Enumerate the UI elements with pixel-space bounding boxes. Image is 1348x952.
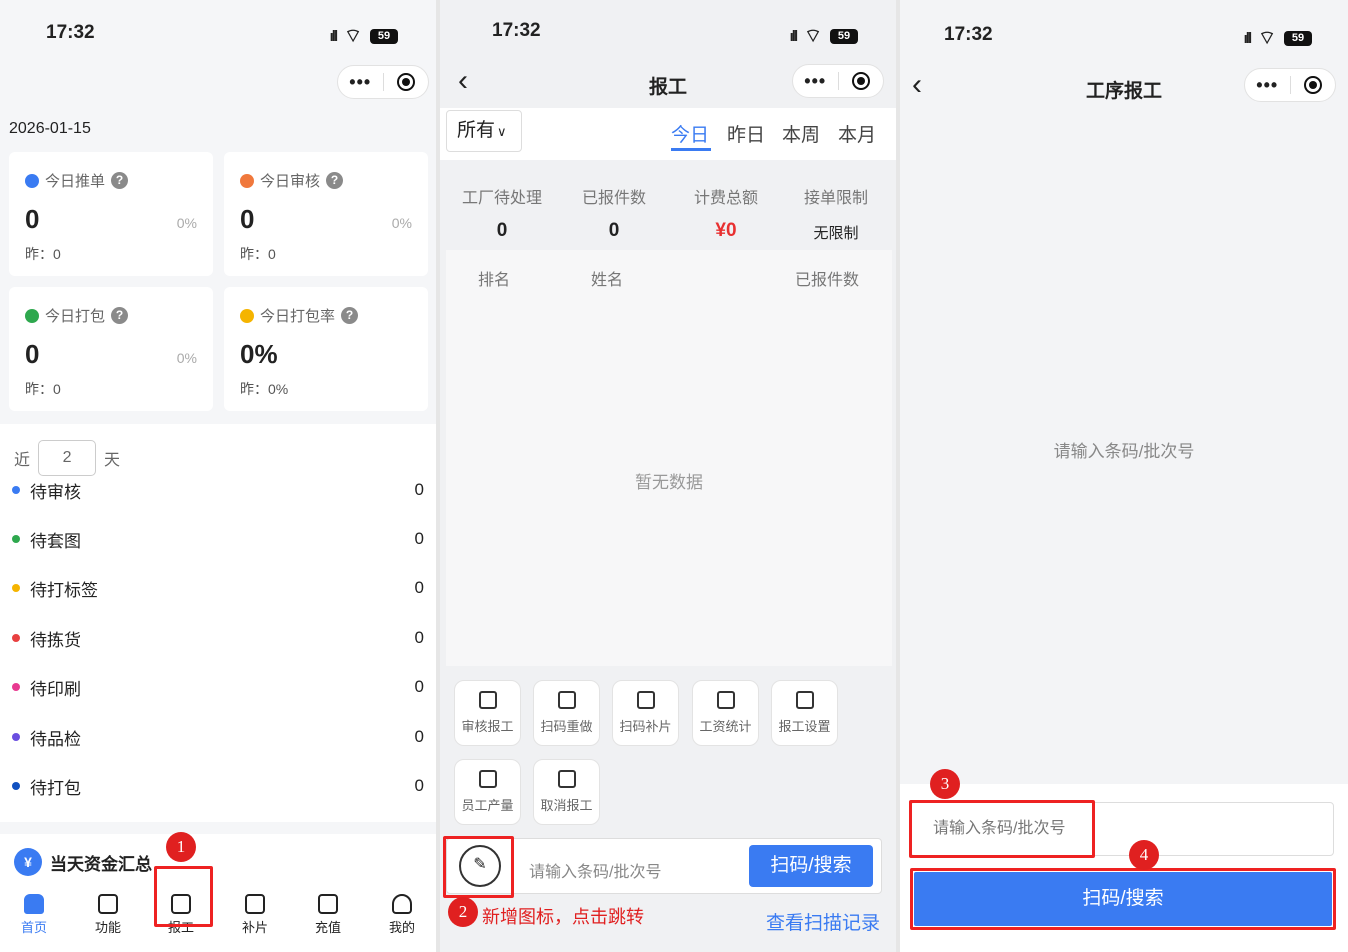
more-icon[interactable]: ••• xyxy=(1245,75,1290,96)
help-icon[interactable]: ? xyxy=(341,307,359,324)
fund-summary-peek[interactable]: ¥ 当天资金汇总 xyxy=(14,848,152,876)
signal-icon: ıll xyxy=(789,27,798,45)
days-input[interactable]: 2 xyxy=(38,440,97,476)
grid-icon xyxy=(98,894,118,914)
list-item[interactable]: 待拣货 0 xyxy=(12,626,424,650)
tab-recharge[interactable]: 充值 xyxy=(298,894,358,936)
signal-icon: ıll xyxy=(329,27,338,45)
highlight-box-4 xyxy=(910,868,1336,930)
step-badge-1: 1 xyxy=(166,832,196,862)
settings-sliders-icon xyxy=(795,691,814,709)
mini-capsule: ••• xyxy=(337,65,429,99)
battery-icon: 59 xyxy=(830,28,858,44)
staff-output-icon xyxy=(478,770,497,788)
scan-patch-icon xyxy=(636,691,655,709)
list-item[interactable]: 待打标签 0 xyxy=(12,576,424,600)
user-icon xyxy=(392,894,412,914)
step-badge-3: 3 xyxy=(930,769,960,799)
date-label: 2026-01-15 xyxy=(9,120,91,137)
scope-select[interactable]: 所有 ∨ xyxy=(446,110,522,152)
tab-home[interactable]: 首页 xyxy=(4,894,64,936)
yen-icon: ¥ xyxy=(14,848,42,876)
list-item[interactable]: 待品检 0 xyxy=(12,725,424,749)
help-icon[interactable]: ? xyxy=(326,172,344,189)
mini-capsule: ••• xyxy=(792,64,884,98)
pending-list: 近2天 待审核 0 待套图 0 待打标签 0 待拣货 0 待印刷 0 待品检 0 待打包 0 xyxy=(0,424,436,822)
tab-yesterday[interactable]: 昨日 xyxy=(727,120,765,147)
battery-icon: 59 xyxy=(370,28,398,44)
card-today-pack[interactable]: 今日打包? 0 0% 昨：0 xyxy=(9,287,213,411)
help-icon[interactable]: ? xyxy=(111,307,129,324)
tab-bar: ¥ 当天资金汇总 首页 功能 报工 补片 充值 我的 xyxy=(0,834,436,952)
tab-patch[interactable]: 补片 xyxy=(225,894,285,936)
rate-icon xyxy=(240,308,254,323)
step-badge-4: 4 xyxy=(1129,840,1159,870)
list-item[interactable]: 待打包 0 xyxy=(12,774,424,798)
barcode-input[interactable]: 请输入条码/批次号 xyxy=(529,858,661,882)
highlight-box-1 xyxy=(154,866,213,927)
scan-search-button[interactable]: 扫码/搜索 xyxy=(749,845,873,887)
status-bar: 17:32 ıll ⌔ 59 xyxy=(0,20,436,47)
list-item[interactable]: 待审核 0 xyxy=(12,478,424,502)
scan-redo-icon xyxy=(557,691,576,709)
card-today-pack-rate[interactable]: 今日打包率? 0% 昨：0% xyxy=(224,287,428,411)
status-bar: 17:32 ıll ⌔ 59 xyxy=(440,20,896,47)
input-hint: 请输入条码/批次号 xyxy=(1053,442,1195,461)
wifi-icon: ⌔ xyxy=(1258,28,1276,49)
review-icon xyxy=(240,173,254,188)
more-icon[interactable]: ••• xyxy=(338,72,383,93)
list-item[interactable]: 待印刷 0 xyxy=(12,675,424,699)
tab-week[interactable]: 本周 xyxy=(782,120,820,147)
empty-state: 暂无数据 xyxy=(635,473,703,492)
close-mini-icon[interactable] xyxy=(396,73,415,91)
review-report-icon xyxy=(478,691,497,709)
tab-month[interactable]: 本月 xyxy=(838,120,876,147)
list-item[interactable]: 待套图 0 xyxy=(12,527,424,551)
scan-records-link[interactable]: 查看扫描记录 xyxy=(766,908,880,935)
status-time: 17:32 xyxy=(46,22,95,43)
card-today-review[interactable]: 今日审核? 0 0% 昨：0 xyxy=(224,152,428,276)
mini-capsule: ••• xyxy=(1244,68,1336,102)
step-badge-2: 2 xyxy=(448,897,478,927)
signal-icon: ıll xyxy=(1243,29,1252,47)
status-bar: 17:32 ıll ⌔ 59 xyxy=(900,20,1348,49)
tool-scan-patch[interactable]: 扫码补片 xyxy=(612,680,679,746)
tool-scan-redo[interactable]: 扫码重做 xyxy=(533,680,600,746)
close-mini-icon[interactable] xyxy=(1303,76,1322,94)
rank-table: 排名 姓名 已报件数 暂无数据 xyxy=(446,250,892,666)
highlight-box-2 xyxy=(443,836,514,898)
wifi-icon: ⌔ xyxy=(804,26,822,47)
card-today-push[interactable]: 今日推单? 0 0% 昨：0 xyxy=(9,152,213,276)
tool-cancel-report[interactable]: 取消报工 xyxy=(533,759,600,825)
annotation-text: 新增图标，点击跳转 xyxy=(482,907,644,927)
patch-icon xyxy=(245,894,265,914)
home-icon xyxy=(24,894,44,914)
help-icon[interactable]: ? xyxy=(111,172,129,189)
tab-underline xyxy=(671,148,711,151)
tool-staff-output[interactable]: 员工产量 xyxy=(454,759,521,825)
process-report-screen: 17:32 ıll ⌔ 59 ‹ 工序报工 ••• 请输入条码/批次号 请输入条码/… xyxy=(900,0,1348,952)
stats-row: 工厂待处理 0 已报件数 0 计费总额 ¥0 接单限制 无限制 xyxy=(446,164,892,248)
filter-bar: 所有 ∨ 今日 昨日 本周 本月 xyxy=(440,108,896,160)
tab-mine[interactable]: 我的 xyxy=(372,894,432,936)
push-icon xyxy=(25,173,39,188)
pack-icon xyxy=(25,308,39,323)
tool-report-settings[interactable]: 报工设置 xyxy=(771,680,838,746)
more-icon[interactable]: ••• xyxy=(793,71,838,92)
home-screen: 17:32 ıll ⌔ 59 ••• 2026-01-15 今日推单? 0 0% 昨… xyxy=(0,0,436,952)
close-mini-icon[interactable] xyxy=(851,72,870,90)
wifi-icon: ⌔ xyxy=(344,26,362,47)
recharge-icon xyxy=(318,894,338,914)
highlight-box-3 xyxy=(909,800,1095,858)
tab-features[interactable]: 功能 xyxy=(78,894,138,936)
cancel-report-icon xyxy=(557,770,576,788)
tab-today[interactable]: 今日 xyxy=(671,120,709,147)
chevron-down-icon: ∨ xyxy=(497,124,507,139)
battery-icon: 59 xyxy=(1284,30,1312,46)
tool-salary-stats[interactable]: 工资统计 xyxy=(692,680,759,746)
tool-review-report[interactable]: 审核报工 xyxy=(454,680,521,746)
salary-icon xyxy=(716,691,735,709)
report-screen: 17:32 ıll ⌔ 59 ‹ 报工 ••• 所有 ∨ 今日 昨日 本周 本月 工厂… xyxy=(440,0,896,952)
